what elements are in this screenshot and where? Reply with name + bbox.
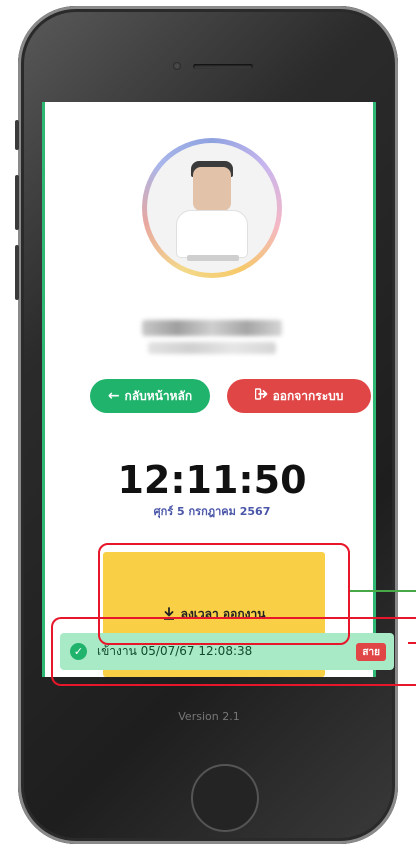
phone-home-button[interactable] bbox=[191, 764, 259, 832]
stage: ← กลับหน้าหลัก ออกจากระบบ 12:11:50 ศุกร์… bbox=[0, 0, 416, 853]
current-date: ศุกร์ 5 กรกฎาคม 2567 bbox=[153, 505, 271, 518]
arrow-left-icon: ← bbox=[107, 388, 120, 404]
highlight-status bbox=[51, 617, 416, 686]
silent-switch bbox=[15, 120, 19, 150]
volume-down-button bbox=[15, 245, 19, 300]
user-position-redacted bbox=[148, 342, 276, 354]
back-home-label: กลับหน้าหลัก bbox=[124, 388, 193, 403]
app-version: Version 2.1 bbox=[178, 710, 240, 723]
avatar-name-tag bbox=[187, 255, 239, 261]
sign-out-icon bbox=[254, 388, 268, 404]
back-home-button[interactable]: ← กลับหน้าหลัก bbox=[90, 379, 210, 413]
avatar-face bbox=[193, 167, 231, 211]
user-name-redacted bbox=[142, 320, 282, 336]
avatar-photo bbox=[147, 143, 277, 273]
logout-label: ออกจากระบบ bbox=[272, 388, 344, 403]
avatar bbox=[142, 138, 282, 278]
avatar-body bbox=[177, 211, 247, 257]
front-camera bbox=[173, 62, 181, 70]
annotation-connector-status bbox=[408, 642, 416, 644]
earpiece-speaker bbox=[193, 64, 253, 69]
current-time: 12:11:50 bbox=[117, 458, 307, 502]
logout-button[interactable]: ออกจากระบบ bbox=[227, 379, 371, 413]
volume-up-button bbox=[15, 175, 19, 230]
annotation-connector bbox=[350, 590, 416, 592]
